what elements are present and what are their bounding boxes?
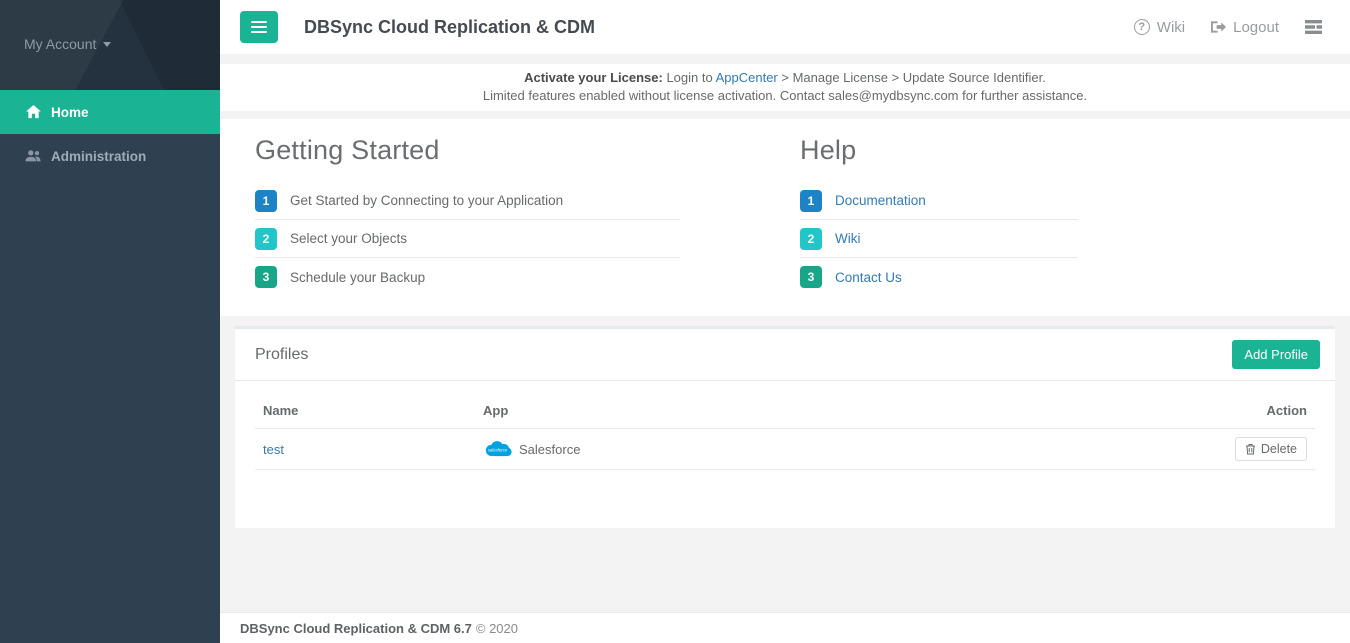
step-label: Get Started by Connecting to your Applic… <box>290 193 563 208</box>
delete-button[interactable]: Delete <box>1235 437 1307 461</box>
profile-name-link[interactable]: test <box>263 442 284 457</box>
sidebar-item-administration[interactable]: Administration <box>0 134 220 178</box>
logout-label: Logout <box>1233 19 1279 36</box>
caret-down-icon <box>103 42 111 47</box>
documentation-link[interactable]: Documentation <box>835 193 926 208</box>
sidebar-toggle-button[interactable] <box>240 11 278 43</box>
sidebar: My Account Home Administration <box>0 0 220 643</box>
column-header-app: App <box>475 393 1205 429</box>
table-row: test salesforce Salesfor <box>255 429 1315 470</box>
sidebar-profile-header: My Account <box>0 0 220 90</box>
profiles-panel: Profiles Add Profile Name App Action tes… <box>235 326 1335 528</box>
add-profile-button[interactable]: Add Profile <box>1232 340 1320 369</box>
sidebar-item-label: Administration <box>51 149 146 164</box>
step-number-badge: 1 <box>800 190 822 212</box>
users-icon <box>25 148 41 164</box>
column-header-name: Name <box>255 393 475 429</box>
salesforce-logo-icon: salesforce <box>483 439 513 460</box>
footer-copyright: © 2020 <box>476 621 518 636</box>
help-item-documentation: 1 Documentation <box>800 182 1078 220</box>
sidebar-item-label: Home <box>51 105 89 120</box>
app-name: Salesforce <box>519 442 580 457</box>
step-number-badge: 1 <box>255 190 277 212</box>
step-label: Select your Objects <box>290 231 407 246</box>
license-banner-line2: Limited features enabled without license… <box>220 87 1350 105</box>
help-item-wiki: 2 Wiki <box>800 220 1078 258</box>
step-number-badge: 3 <box>800 266 822 288</box>
profiles-title: Profiles <box>255 346 308 364</box>
footer: DBSync Cloud Replication & CDM 6.7 © 202… <box>220 612 1350 643</box>
svg-text:salesforce: salesforce <box>488 447 508 452</box>
step-number-badge: 2 <box>800 228 822 250</box>
license-banner-bold: Activate your License: <box>524 70 663 85</box>
help-column: Help 1 Documentation 2 Wiki 3 Contact Us <box>800 135 1078 296</box>
topbar-right-nav: ? Wiki Logout <box>1134 19 1322 36</box>
top-navbar: DBSync Cloud Replication & CDM ? Wiki Lo… <box>220 0 1350 54</box>
logout-link[interactable]: Logout <box>1211 19 1279 36</box>
main-area: DBSync Cloud Replication & CDM ? Wiki Lo… <box>220 0 1350 643</box>
profiles-table: Name App Action test <box>255 393 1315 470</box>
getting-started-step-1: 1 Get Started by Connecting to your Appl… <box>255 182 680 220</box>
my-account-dropdown[interactable]: My Account <box>24 36 111 52</box>
delete-button-label: Delete <box>1261 442 1297 456</box>
table-header-row: Name App Action <box>255 393 1315 429</box>
my-account-label: My Account <box>24 36 96 52</box>
getting-started-step-2: 2 Select your Objects <box>255 220 680 258</box>
app-cell: salesforce Salesforce <box>483 439 1197 460</box>
getting-started-column: Getting Started 1 Get Started by Connect… <box>255 135 680 296</box>
question-circle-icon: ? <box>1134 19 1150 35</box>
step-label: Schedule your Backup <box>290 270 425 285</box>
trash-icon <box>1245 443 1256 455</box>
step-number-badge: 3 <box>255 266 277 288</box>
contact-us-link[interactable]: Contact Us <box>835 270 902 285</box>
page-background-spacer <box>220 528 1350 612</box>
sidebar-item-home[interactable]: Home <box>0 90 220 134</box>
page-title: DBSync Cloud Replication & CDM <box>304 17 595 38</box>
profiles-panel-header: Profiles Add Profile <box>235 329 1335 381</box>
license-banner-line1: Activate your License: Login to AppCente… <box>220 69 1350 87</box>
tasks-icon[interactable] <box>1305 20 1322 34</box>
sign-out-icon <box>1211 20 1226 34</box>
wiki-help-link[interactable]: Wiki <box>835 231 861 246</box>
appcenter-link[interactable]: AppCenter <box>716 70 778 85</box>
step-number-badge: 2 <box>255 228 277 250</box>
getting-started-section: Getting Started 1 Get Started by Connect… <box>220 119 1350 316</box>
help-item-contact-us: 3 Contact Us <box>800 258 1078 296</box>
wiki-label: Wiki <box>1157 19 1185 36</box>
home-icon <box>25 104 41 120</box>
wiki-link[interactable]: ? Wiki <box>1134 19 1185 36</box>
getting-started-title: Getting Started <box>255 135 680 166</box>
hamburger-icon <box>251 21 267 23</box>
getting-started-step-3: 3 Schedule your Backup <box>255 258 680 296</box>
help-title: Help <box>800 135 1078 166</box>
column-header-action: Action <box>1205 393 1315 429</box>
profiles-panel-body: Name App Action test <box>235 381 1335 528</box>
footer-app-version: DBSync Cloud Replication & CDM 6.7 <box>240 621 472 636</box>
license-banner: Activate your License: Login to AppCente… <box>220 64 1350 111</box>
